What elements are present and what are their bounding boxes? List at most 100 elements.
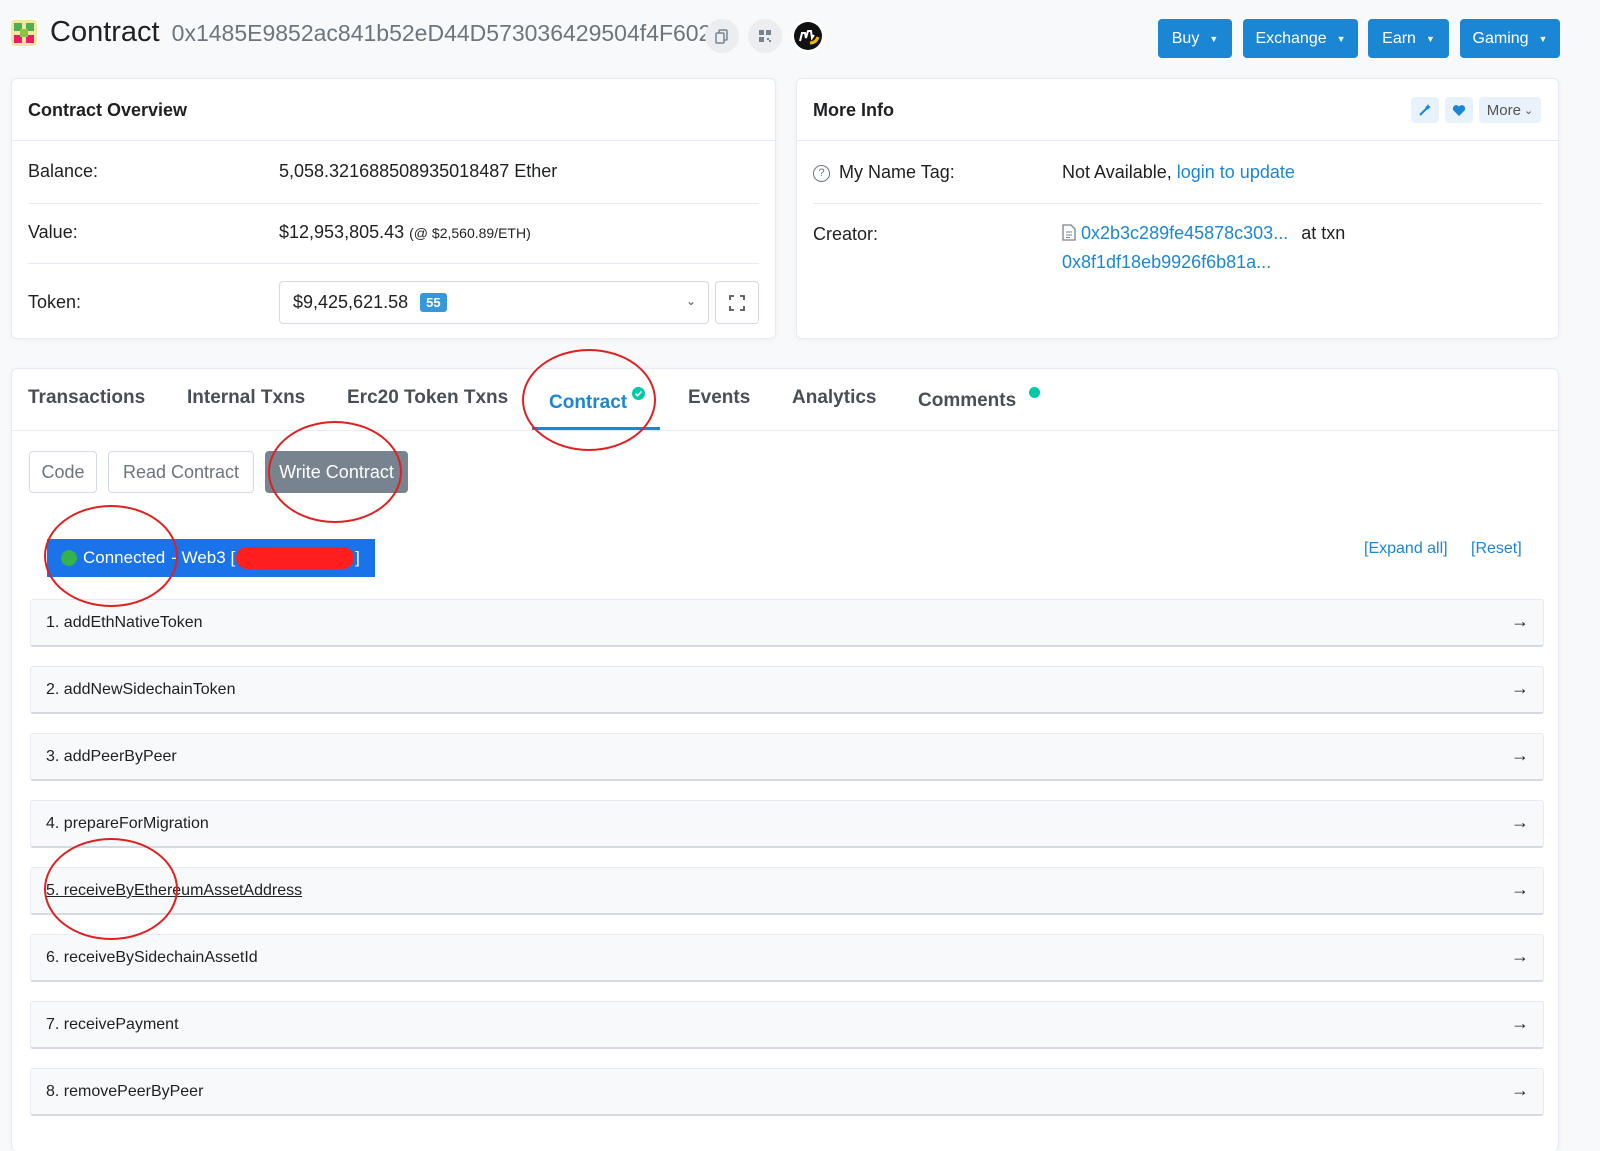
write-contract-button[interactable]: Write Contract bbox=[265, 451, 408, 493]
verified-check-icon bbox=[632, 387, 646, 400]
chevron-down-icon: ▼ bbox=[1336, 33, 1346, 44]
function-name: 8. removePeerByPeer bbox=[46, 1083, 204, 1100]
more-label: More bbox=[1486, 101, 1521, 119]
creator-address-link[interactable]: 0x2b3c289fe45878c303... bbox=[1081, 223, 1288, 243]
expand-all-link[interactable]: [Expand all] bbox=[1364, 540, 1448, 558]
name-tag-value: Not Available, bbox=[1062, 162, 1172, 182]
page-header: Contract 0x1485E9852ac841b52eD44D5730364… bbox=[0, 0, 1600, 75]
edit-tag-button[interactable] bbox=[1411, 97, 1439, 123]
provider-prefix: - Web3 [ bbox=[171, 548, 236, 567]
contract-address[interactable]: 0x1485E9852ac841b52eD44D573036429504f4F6… bbox=[172, 20, 712, 46]
function-name: 2. addNewSidechainToken bbox=[46, 681, 236, 698]
arrow-right-icon: → bbox=[1511, 1013, 1529, 1033]
arrow-right-icon: → bbox=[1511, 611, 1529, 631]
balance-value: 5,058.321688508935018487 Ether bbox=[279, 161, 558, 181]
tab-contract[interactable]: Contract bbox=[549, 387, 646, 414]
copy-address-button[interactable] bbox=[705, 19, 739, 53]
tab-erc20-token-txns[interactable]: Erc20 Token Txns bbox=[347, 387, 508, 409]
creator-at-text: at txn bbox=[1301, 223, 1346, 243]
magic-wand-icon bbox=[1419, 104, 1431, 116]
chevron-down-icon: ▼ bbox=[1538, 33, 1548, 44]
chevron-down-icon: ▼ bbox=[1209, 33, 1219, 44]
creator-txn-link[interactable]: 0x8f1df18eb9926f6b81a... bbox=[1062, 252, 1271, 273]
eth-rate: (@ $2,560.89/ETH) bbox=[409, 225, 531, 241]
contract-file-icon bbox=[1062, 224, 1076, 241]
earn-label: Earn bbox=[1382, 29, 1416, 47]
provider-suffix: ] bbox=[355, 548, 360, 567]
function-row[interactable]: 8. removePeerByPeer → bbox=[30, 1068, 1544, 1116]
heart-icon bbox=[1452, 104, 1466, 116]
wallet-connected-button[interactable]: Connected - Web3 [ ] bbox=[47, 539, 375, 577]
function-row[interactable]: 7. receivePayment → bbox=[30, 1001, 1544, 1049]
tab-internal-txns[interactable]: Internal Txns bbox=[187, 387, 305, 409]
tab-analytics[interactable]: Analytics bbox=[792, 387, 876, 409]
chart-logo-icon bbox=[794, 22, 822, 50]
chevron-down-icon: ▼ bbox=[1425, 33, 1435, 44]
name-tag-label: My Name Tag: bbox=[839, 162, 955, 182]
help-icon[interactable]: ? bbox=[813, 164, 830, 182]
more-info-card: More Info More ⌄ ? My Name Tag: Not Avai… bbox=[796, 78, 1559, 339]
name-tag-value-row: Not Available, login to update bbox=[1062, 162, 1295, 183]
more-info-header: More Info More ⌄ bbox=[797, 79, 1558, 141]
balance-label: Balance: bbox=[28, 161, 99, 181]
earn-menu-button[interactable]: Earn ▼ bbox=[1368, 19, 1449, 58]
analytics-badge-button[interactable] bbox=[791, 19, 825, 53]
divider bbox=[28, 263, 759, 264]
expand-icon bbox=[729, 294, 745, 311]
divider bbox=[28, 203, 759, 204]
tabs-divider bbox=[12, 430, 1558, 431]
page-title: Contract 0x1485E9852ac841b52eD44D5730364… bbox=[50, 16, 711, 49]
creator-value-row: 0x2b3c289fe45878c303... at txn bbox=[1062, 223, 1345, 244]
reset-link[interactable]: [Reset] bbox=[1471, 540, 1522, 558]
page-title-text: Contract bbox=[50, 16, 160, 48]
more-info-title: More Info bbox=[813, 100, 894, 120]
login-to-update-link[interactable]: login to update bbox=[1177, 162, 1295, 182]
arrow-right-icon: → bbox=[1511, 745, 1529, 765]
arrow-right-icon: → bbox=[1511, 879, 1529, 899]
function-row[interactable]: 5. receiveByEthereumAssetAddress → bbox=[30, 867, 1544, 915]
favorite-button[interactable] bbox=[1445, 97, 1473, 123]
arrow-right-icon: → bbox=[1511, 1080, 1529, 1100]
function-row[interactable]: 6. receiveBySidechainAssetId → bbox=[30, 934, 1544, 982]
function-row[interactable]: 4. prepareForMigration → bbox=[30, 800, 1544, 848]
token-holdings-dropdown[interactable]: $9,425,621.58 55 ⌄ bbox=[279, 281, 709, 324]
function-name: 7. receivePayment bbox=[46, 1016, 179, 1033]
more-dropdown-button[interactable]: More ⌄ bbox=[1479, 97, 1541, 123]
tab-transactions[interactable]: Transactions bbox=[28, 387, 145, 409]
creator-label: Creator: bbox=[813, 224, 879, 244]
contract-overview-title: Contract Overview bbox=[28, 100, 188, 120]
name-tag-label-row: ? My Name Tag: bbox=[813, 162, 955, 183]
copy-icon bbox=[715, 29, 728, 44]
contract-overview-header: Contract Overview bbox=[12, 79, 775, 141]
tab-comments[interactable]: Comments bbox=[918, 387, 1041, 412]
buy-menu-button[interactable]: Buy ▼ bbox=[1158, 19, 1232, 58]
function-name: 6. receiveBySidechainAssetId bbox=[46, 949, 258, 966]
gaming-menu-button[interactable]: Gaming ▼ bbox=[1460, 19, 1560, 58]
function-row[interactable]: 3. addPeerByPeer → bbox=[30, 733, 1544, 781]
value-label: Value: bbox=[28, 222, 78, 242]
new-comment-dot bbox=[1029, 387, 1041, 398]
function-name: 5. receiveByEthereumAssetAddress bbox=[46, 882, 303, 899]
code-button[interactable]: Code bbox=[29, 451, 97, 493]
exchange-menu-button[interactable]: Exchange ▼ bbox=[1243, 19, 1358, 58]
arrow-right-icon: → bbox=[1511, 812, 1529, 832]
chevron-down-icon: ⌄ bbox=[1523, 104, 1534, 117]
function-row[interactable]: 2. addNewSidechainToken → bbox=[30, 666, 1544, 714]
buy-label: Buy bbox=[1171, 29, 1200, 47]
tab-comments-label: Comments bbox=[918, 390, 1017, 411]
expand-tokens-button[interactable] bbox=[715, 281, 759, 324]
divider bbox=[813, 203, 1542, 204]
redacted-wallet-address bbox=[236, 547, 355, 569]
connected-status-text: Connected bbox=[83, 548, 166, 567]
function-row[interactable]: 1. addEthNativeToken → bbox=[30, 599, 1544, 647]
qr-code-icon bbox=[759, 30, 771, 42]
read-contract-button[interactable]: Read Contract bbox=[108, 451, 254, 493]
token-count-badge: 55 bbox=[420, 293, 447, 312]
tab-events[interactable]: Events bbox=[688, 387, 750, 409]
value-amount: $12,953,805.43 (@ $2,560.89/ETH) bbox=[279, 222, 531, 243]
qr-code-button[interactable] bbox=[748, 19, 782, 53]
connected-status-dot bbox=[61, 550, 77, 566]
chevron-down-icon: ⌄ bbox=[685, 294, 696, 308]
function-name: 3. addPeerByPeer bbox=[46, 748, 177, 765]
gaming-label: Gaming bbox=[1472, 29, 1529, 47]
